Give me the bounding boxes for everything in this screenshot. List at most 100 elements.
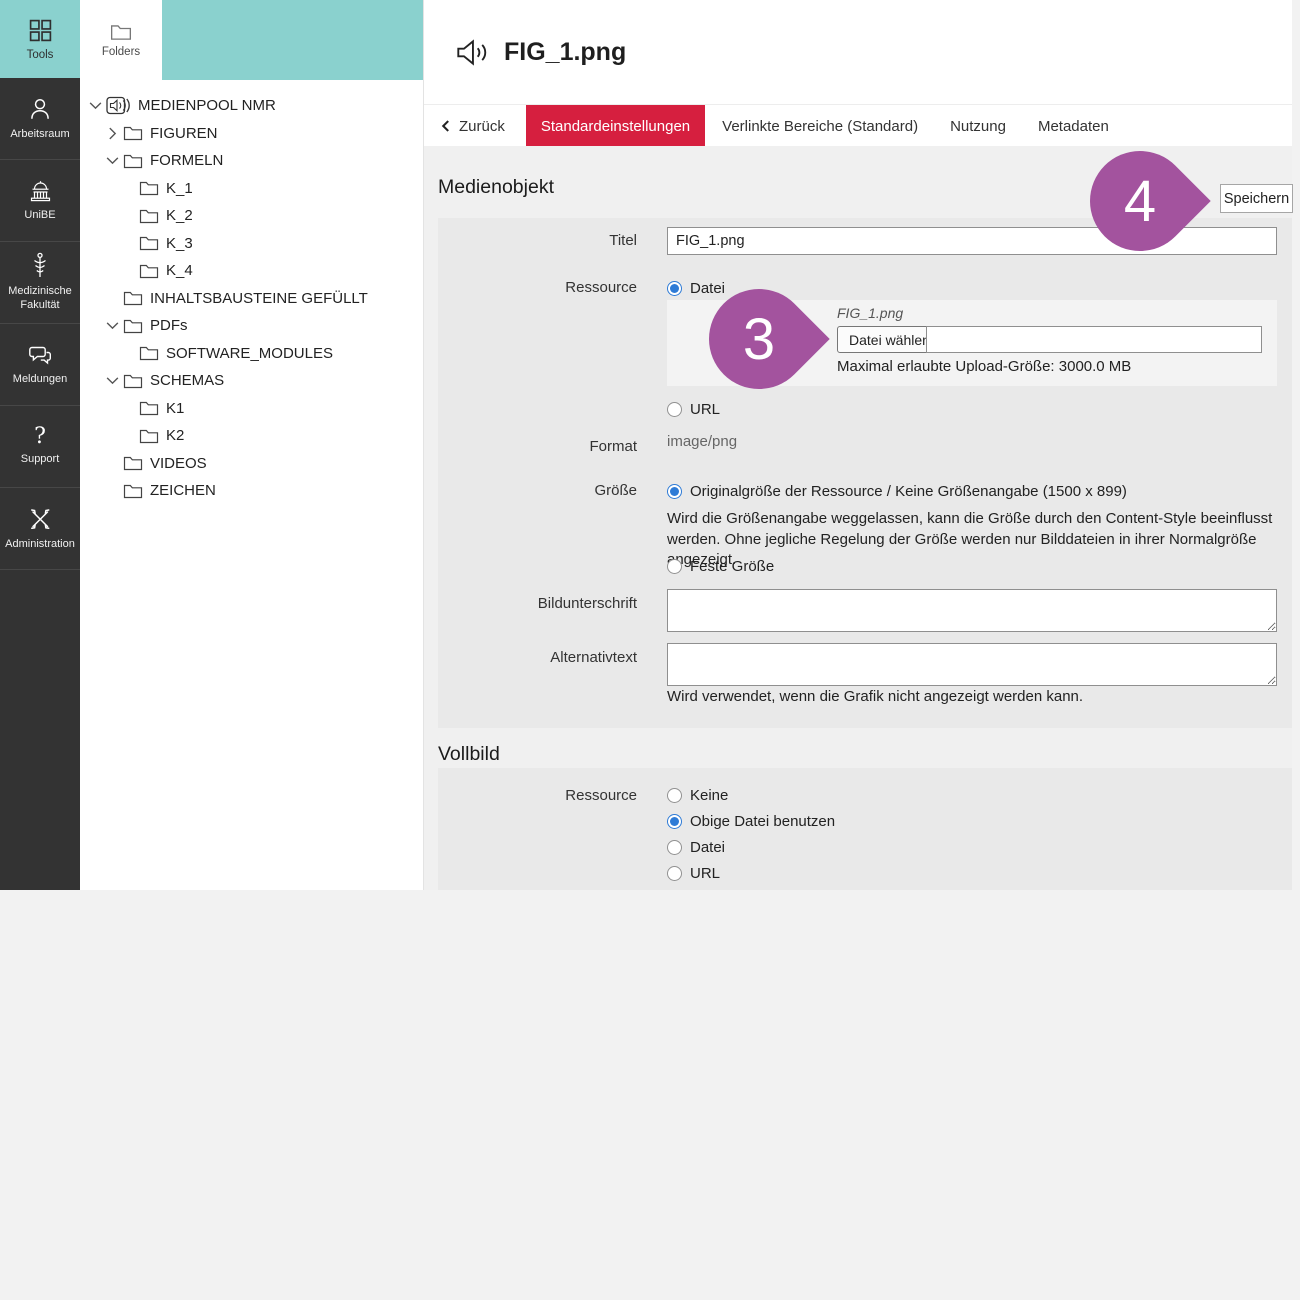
folder-panel-header-fill: [162, 0, 423, 80]
save-button[interactable]: Speichern: [1220, 184, 1293, 213]
tree-item-label: ZEICHEN: [150, 482, 216, 499]
chevron-down-icon[interactable]: [101, 318, 123, 333]
tab-metadaten[interactable]: Metadaten: [1023, 105, 1124, 147]
sidebar-item-label: Meldungen: [13, 373, 67, 387]
tab-folders-label: Folders: [102, 46, 140, 58]
radio-datei-label: Datei: [690, 280, 725, 297]
folder-icon: [139, 180, 159, 196]
radio-selected-icon[interactable]: [667, 281, 682, 296]
tree-item-medienpool-nmr[interactable]: MEDIENPOOL NMR: [80, 92, 423, 120]
crossed-tools-icon: [27, 506, 53, 532]
radio-unselected-icon[interactable]: [667, 866, 682, 881]
alternativtext-textarea[interactable]: [667, 643, 1277, 686]
tree-item-label: K2: [166, 427, 184, 444]
current-file-name: FIG_1.png: [837, 305, 903, 321]
sidebar-item-administration[interactable]: Administration: [0, 488, 80, 570]
folder-icon: [123, 290, 143, 306]
chevron-down-icon[interactable]: [84, 98, 106, 113]
tree-item-inhaltsbausteine-gefuellt[interactable]: INHALTSBAUSTEINE GEFÜLLT: [80, 285, 423, 313]
radio-datei[interactable]: Datei: [667, 278, 725, 298]
folder-icon: [123, 455, 143, 471]
alternativtext-label: Alternativtext: [438, 648, 637, 668]
sidebar-item-arbeitsraum[interactable]: Arbeitsraum: [0, 78, 80, 160]
tab-folders[interactable]: Folders: [80, 0, 162, 80]
chat-bubbles-icon: [26, 343, 54, 367]
chevron-down-icon[interactable]: [101, 153, 123, 168]
folder-icon: [139, 235, 159, 251]
folder-icon: [139, 428, 159, 444]
radio-vollbild-datei[interactable]: Datei: [667, 837, 725, 857]
folder-icon: [123, 125, 143, 141]
tree-item-label: K_3: [166, 235, 193, 252]
person-icon: [27, 96, 53, 122]
radio-feste-groesse-label: Feste Größe: [690, 558, 774, 575]
tree-item-label: K_4: [166, 262, 193, 279]
medienobjekt-panel: Titel Ressource Datei FIG_1.png Datei wä…: [438, 218, 1292, 728]
radio-selected-icon[interactable]: [667, 814, 682, 829]
tree-item-schemas[interactable]: SCHEMAS: [80, 367, 423, 395]
folder-icon: [123, 153, 143, 169]
chevron-down-icon[interactable]: [101, 373, 123, 388]
radio-unselected-icon[interactable]: [667, 559, 682, 574]
radio-selected-icon[interactable]: [667, 484, 682, 499]
titel-label: Titel: [438, 231, 637, 251]
question-mark-icon: ?: [34, 427, 46, 447]
tree-item-zeichen[interactable]: ZEICHEN: [80, 477, 423, 505]
medical-staff-icon: [30, 252, 50, 279]
radio-originalgroesse[interactable]: Originalgröße der Ressource / Keine Größ…: [667, 481, 1127, 501]
tab-bar: Zurück Standardeinstellungen Verlinkte B…: [424, 104, 1292, 147]
sidebar-item-meldungen[interactable]: Meldungen: [0, 324, 80, 406]
radio-unselected-icon[interactable]: [667, 788, 682, 803]
radio-unselected-icon[interactable]: [667, 402, 682, 417]
folder-icon: [139, 345, 159, 361]
grid-icon: [28, 18, 53, 43]
groesse-label: Größe: [438, 481, 637, 501]
titel-input[interactable]: [667, 227, 1277, 255]
file-path-input[interactable]: [926, 326, 1262, 353]
tab-standardeinstellungen[interactable]: Standardeinstellungen: [526, 105, 705, 147]
tab-verlinkte-bereiche[interactable]: Verlinkte Bereiche (Standard): [707, 105, 933, 147]
bildunterschrift-textarea[interactable]: [667, 589, 1277, 632]
folder-icon: [123, 318, 143, 334]
tree-item-k_1[interactable]: K_1: [80, 175, 423, 203]
back-button[interactable]: Zurück: [424, 105, 524, 147]
sidebar-item-unibe[interactable]: UniBE: [0, 160, 80, 242]
tree-item-label: K1: [166, 400, 184, 417]
tree-item-label: FORMELN: [150, 152, 223, 169]
alternativtext-help: Wird verwendet, wenn die Grafik nicht an…: [667, 688, 1083, 705]
tree-item-pdfs[interactable]: PDFs: [80, 312, 423, 340]
main-area: FIG_1.png Zurück Standardeinstellungen V…: [424, 0, 1292, 890]
vollbild-ressource-label: Ressource: [438, 786, 637, 806]
tree-item-k_3[interactable]: K_3: [80, 230, 423, 258]
tree-item-k2[interactable]: K2: [80, 422, 423, 450]
back-label: Zurück: [459, 118, 505, 135]
tree-item-figuren[interactable]: FIGUREN: [80, 120, 423, 148]
tab-nutzung[interactable]: Nutzung: [935, 105, 1021, 147]
radio-url[interactable]: URL: [667, 399, 720, 419]
format-value: image/png: [667, 433, 737, 450]
app-sidebar: Tools Arbeitsraum UniBE Medizinische Fak…: [0, 0, 80, 890]
sidebar-item-medizinische-fakultaet[interactable]: Medizinische Fakultät: [0, 242, 80, 324]
chevron-left-icon: [441, 119, 450, 133]
radio-obige-datei[interactable]: Obige Datei benutzen: [667, 811, 835, 831]
section-heading-vollbild: Vollbild: [438, 743, 500, 766]
tree-item-k1[interactable]: K1: [80, 395, 423, 423]
sidebar-item-support[interactable]: ? Support: [0, 406, 80, 488]
sidebar-item-label: Administration: [5, 538, 75, 552]
sidebar-item-tools[interactable]: Tools: [0, 0, 80, 78]
folder-panel: Folders MEDIENPOOL NMR FIGUREN FORMELN: [80, 0, 424, 890]
radio-unselected-icon[interactable]: [667, 840, 682, 855]
tree-item-label: INHALTSBAUSTEINE GEFÜLLT: [150, 290, 368, 307]
tree-item-formeln[interactable]: FORMELN: [80, 147, 423, 175]
tree-item-software_modules[interactable]: SOFTWARE_MODULES: [80, 340, 423, 368]
tree-item-videos[interactable]: VIDEOS: [80, 450, 423, 478]
radio-keine[interactable]: Keine: [667, 785, 728, 805]
tree-item-k_4[interactable]: K_4: [80, 257, 423, 285]
bildunterschrift-label: Bildunterschrift: [438, 594, 637, 614]
radio-feste-groesse[interactable]: Feste Größe: [667, 556, 774, 576]
section-heading-medienobjekt: Medienobjekt: [438, 176, 554, 199]
upload-size-hint: Maximal erlaubte Upload-Größe: 3000.0 MB: [837, 358, 1131, 375]
radio-vollbild-url[interactable]: URL: [667, 863, 720, 883]
tree-item-k_2[interactable]: K_2: [80, 202, 423, 230]
chevron-right-icon[interactable]: [101, 126, 123, 141]
